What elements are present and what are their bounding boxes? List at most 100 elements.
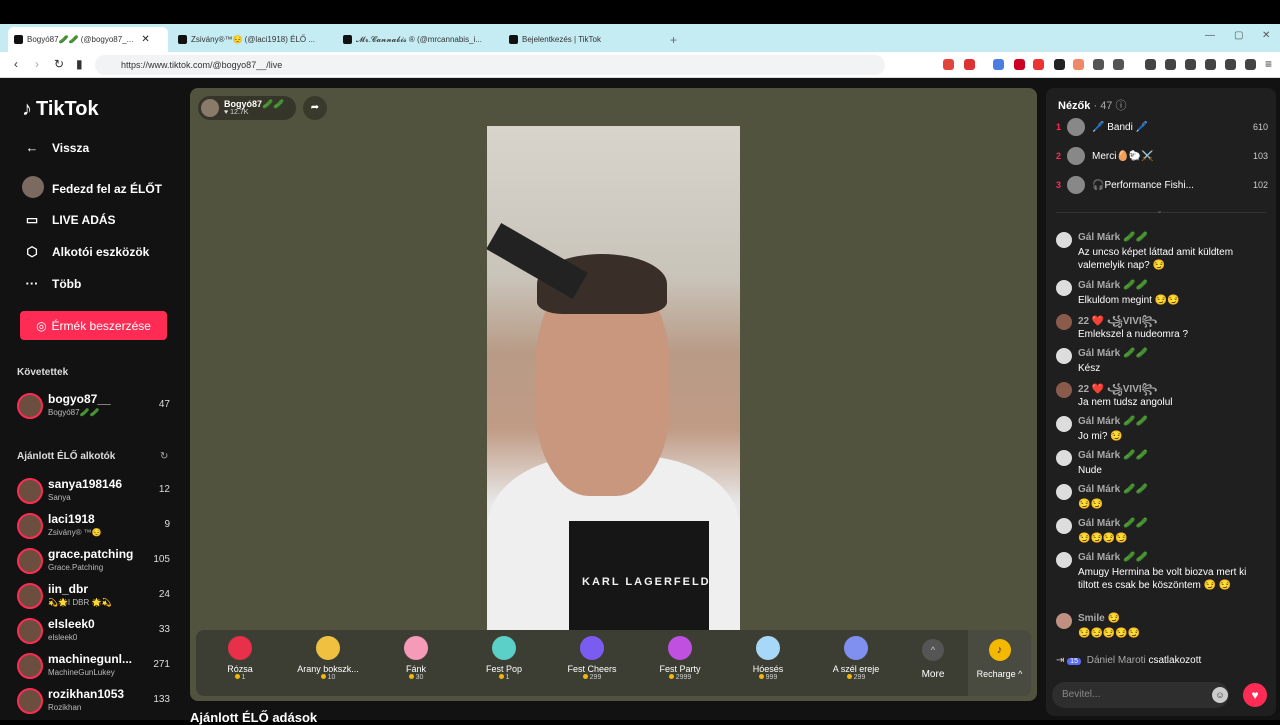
minimize-icon[interactable]: —: [1205, 30, 1215, 41]
gift-item[interactable]: Rózsa 1: [196, 636, 284, 692]
url-field[interactable]: https://www.tiktok.com/@bogyo87__/live: [95, 55, 885, 75]
gift-item[interactable]: Fánk 30: [372, 636, 460, 692]
menu-more[interactable]: ··· Több: [22, 276, 82, 291]
wallet-icon[interactable]: [1205, 59, 1216, 70]
tab-laci1918[interactable]: Zsivány®™😔 (@laci1918) ÉLŐ ...: [172, 27, 332, 52]
recommended-item[interactable]: machinegunl... MachineGunLukey 271: [17, 651, 172, 683]
puzzle-icon[interactable]: [1093, 59, 1104, 70]
music-icon[interactable]: [1165, 59, 1176, 70]
menu-live-studio[interactable]: ▭ LIVE ADÁS: [22, 212, 116, 228]
reload-icon[interactable]: ↻: [54, 57, 64, 71]
translate-icon[interactable]: [993, 59, 1004, 70]
tiktok-logo[interactable]: ♪ TikTok: [22, 98, 99, 121]
triangle-extension-icon[interactable]: [964, 59, 975, 70]
avatar: [1067, 118, 1085, 136]
leo-icon[interactable]: [1225, 59, 1236, 70]
vpn-extension-icon[interactable]: [1054, 59, 1065, 70]
get-coins-button[interactable]: ◎ Érmék beszerzése: [20, 311, 167, 340]
gift-item[interactable]: Hóesés 999: [724, 636, 812, 692]
tab-label: Bejelentkezés | TikTok: [522, 35, 602, 44]
live-player[interactable]: Bogyó87🥒🥒 ♥ 12.7K ➦ KARL LAGERFELD Rózsa…: [190, 88, 1037, 701]
gift-item[interactable]: Fest Cheers 299: [548, 636, 636, 692]
tiktok-favicon-icon: [14, 35, 23, 44]
tab-login[interactable]: Bejelentkezés | TikTok: [503, 27, 663, 52]
coin-icon: [582, 674, 588, 679]
recommended-title: Ajánlott ÉLŐ alkotók: [17, 451, 116, 462]
tiktok-favicon-icon: [343, 35, 352, 44]
gift-item[interactable]: Fest Pop 1: [460, 636, 548, 692]
gift-item[interactable]: Arany bokszk... 10: [284, 636, 372, 692]
viewer-item[interactable]: 2 Merci🥚🐑⚔️ 103: [1056, 146, 1270, 168]
screenshot-icon[interactable]: [1113, 59, 1124, 70]
forward-icon[interactable]: ›: [35, 57, 39, 71]
avatar: [17, 393, 43, 419]
avatar: [1056, 416, 1072, 432]
tiktok-favicon-icon: [509, 35, 518, 44]
following-title: Követettek: [17, 367, 69, 378]
avatar: [1056, 552, 1072, 568]
avatar: [1067, 147, 1085, 165]
wind-power-icon: [844, 636, 868, 660]
avatar: [1056, 314, 1072, 330]
menu-explore-live[interactable]: Fedezd fel az ÉLŐT: [22, 176, 162, 201]
emoji-icon[interactable]: ☺: [1212, 687, 1228, 703]
os-top-bar: [0, 0, 1280, 24]
info-icon[interactable]: ⓘ: [1116, 100, 1127, 112]
refresh-icon[interactable]: ↻: [160, 451, 168, 462]
recommended-item[interactable]: sanya198146 Sanya 12: [17, 476, 172, 508]
maximize-icon[interactable]: ▢: [1234, 30, 1243, 41]
chevron-down-icon[interactable]: ⌄: [1156, 206, 1163, 215]
menu-creator-tools[interactable]: ⬡ Alkotói eszközök: [22, 244, 149, 260]
gold-boxing-glove-icon: [316, 636, 340, 660]
vpn-shield-icon[interactable]: [1245, 59, 1256, 70]
recommended-item[interactable]: rozikhan1053 Rozikhan 133: [17, 686, 172, 718]
coin-icon: ◎: [36, 318, 47, 333]
tiktok-live-page: ♪ TikTok ← Vissza Fedezd fel az ÉLŐT ▭ LI…: [0, 78, 1280, 725]
viewer-item[interactable]: 3 🎧Performance Fishi... 102: [1056, 175, 1270, 197]
heart-icon[interactable]: ♥: [1243, 683, 1267, 707]
recommended-item[interactable]: laci1918 Zsivány® ™😔 9: [17, 511, 172, 543]
viewer-item[interactable]: 1 🖊️ Bandi 🖊️ 610: [1056, 117, 1270, 139]
hls-extension-icon[interactable]: [1033, 59, 1044, 70]
back-icon[interactable]: ‹: [14, 57, 18, 71]
more-gifts-button[interactable]: ^ More: [908, 636, 958, 692]
close-window-icon[interactable]: ✕: [1262, 30, 1270, 41]
sidebar-icon[interactable]: [1185, 59, 1196, 70]
avatar: [1056, 348, 1072, 364]
recharge-button[interactable]: ♪ Recharge ^: [968, 630, 1031, 696]
brave-shield-icon[interactable]: [943, 59, 954, 70]
tab-mrcannabis[interactable]: 𝓜𝓻.𝓒𝓪𝓷𝓷𝓪𝓫𝓲𝓼 ® (@mrcannabis_i...: [337, 27, 497, 52]
recommended-item[interactable]: elsleek0 elsleek0 33: [17, 616, 172, 648]
tab-bogyo87[interactable]: Bogyó87🥒🥒 (@bogyo87_... ✕: [8, 27, 168, 52]
avatar-icon: [22, 176, 44, 201]
avatar: [1056, 484, 1072, 500]
like-count: ♥ 12.7K: [224, 109, 249, 116]
bookmark-icon[interactable]: ▮: [76, 57, 83, 71]
coin-icon: [320, 674, 326, 679]
download-icon[interactable]: [1145, 59, 1156, 70]
menu-icon[interactable]: ≡: [1265, 57, 1272, 71]
gift-item[interactable]: A szél ereje 299: [812, 636, 900, 692]
close-tab-icon[interactable]: ✕: [141, 34, 149, 45]
color-extension-icon[interactable]: [1073, 59, 1084, 70]
extension-x-icon[interactable]: [1014, 59, 1025, 70]
avatar: [17, 688, 43, 714]
coin-icon: [846, 674, 852, 679]
chat-input[interactable]: Bevitel...: [1052, 682, 1229, 708]
coin-icon: [234, 674, 240, 679]
share-icon[interactable]: ➦: [303, 96, 327, 120]
following-item[interactable]: bogyo87__ Bogyó87🥒🥒 47: [17, 391, 172, 423]
viewers-title[interactable]: Nézők · 47 ⓘ: [1058, 97, 1127, 113]
avatar: [17, 653, 43, 679]
menu-back[interactable]: ← Vissza: [22, 140, 90, 155]
more-dots-icon: ···: [25, 276, 39, 291]
recommended-item[interactable]: grace.patching Grace.Patching 105: [17, 546, 172, 578]
host-info[interactable]: Bogyó87🥒🥒 ♥ 12.7K: [198, 96, 296, 120]
gift-item[interactable]: Fest Party 2999: [636, 636, 724, 692]
sidebar: ♪ TikTok ← Vissza Fedezd fel az ÉLŐT ▭ LI…: [0, 78, 186, 720]
tiktok-favicon-icon: [178, 35, 187, 44]
address-bar: ‹ › ↻ ▮ https://www.tiktok.com/@bogyo87_…: [0, 52, 1280, 78]
recommended-item[interactable]: iin_dbr 💫🌟I DBR 🌟💫 24: [17, 581, 172, 613]
camera-icon: ▭: [25, 212, 39, 227]
new-tab-button[interactable]: +: [664, 27, 683, 52]
